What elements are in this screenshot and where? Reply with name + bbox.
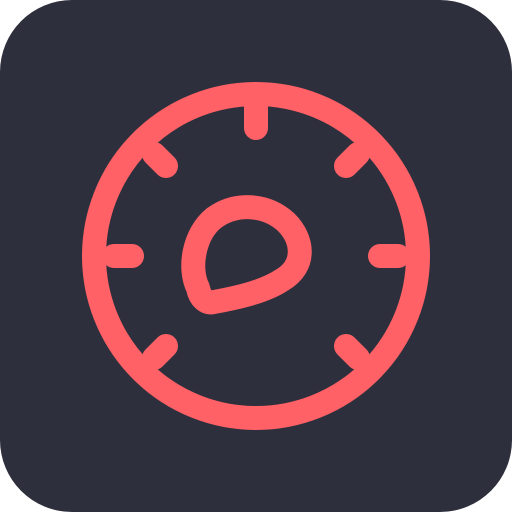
- tick-mark-bottom-right: [334, 334, 370, 370]
- tick-mark-top-left: [142, 142, 178, 178]
- app-icon: [0, 0, 512, 512]
- tick-mark-top-right: [334, 142, 370, 178]
- compass-dial-icon: [0, 0, 512, 512]
- icon-background-tile: [0, 0, 512, 512]
- tick-mark-bottom-left: [142, 334, 178, 370]
